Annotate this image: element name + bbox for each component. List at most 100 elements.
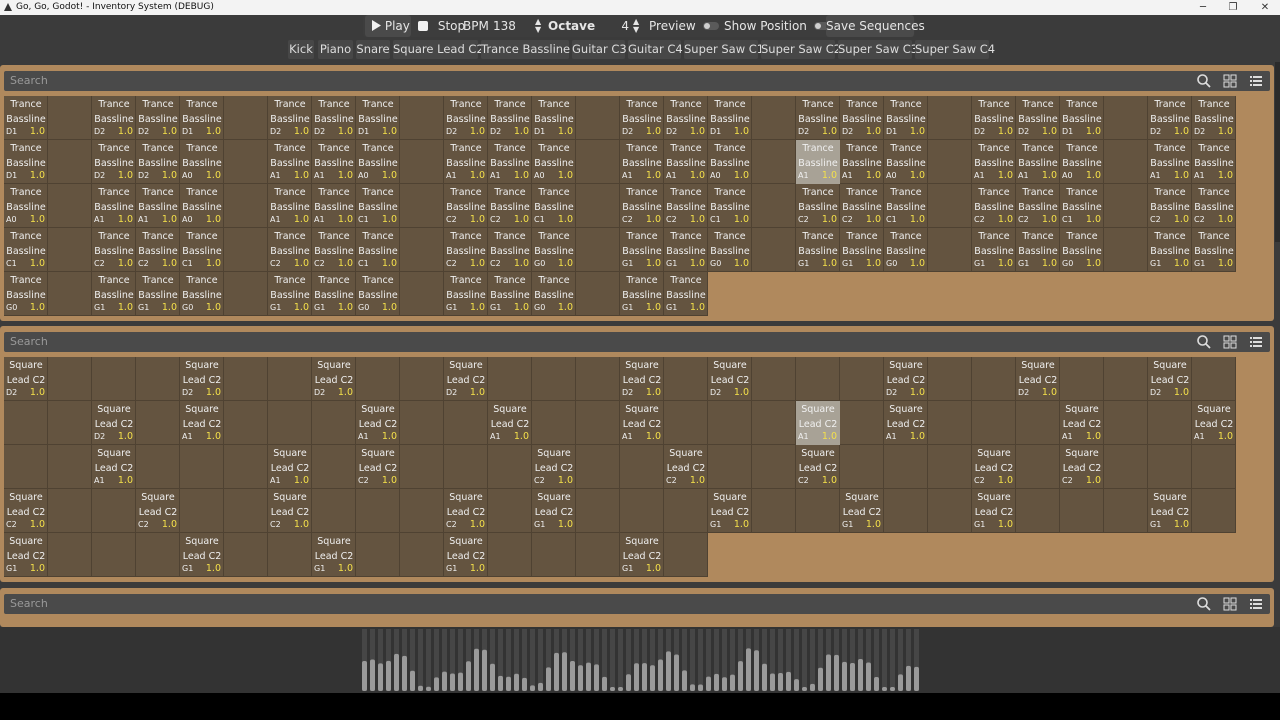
- tab-super-saw-c3[interactable]: Super Saw C3: [838, 40, 918, 59]
- note-block[interactable]: Square Lead C2 C2 1.0: [532, 445, 576, 489]
- tab-snare[interactable]: Snare: [356, 40, 390, 59]
- grid-cell[interactable]: [224, 489, 268, 533]
- note-block[interactable]: Trance Bassline D2 1.0: [136, 96, 180, 140]
- note-block[interactable]: Trance Bassline A1 1.0: [664, 140, 708, 184]
- note-block[interactable]: Trance Bassline A0 1.0: [884, 140, 928, 184]
- grid-cell[interactable]: [752, 140, 796, 184]
- list-view-icon[interactable]: [1248, 73, 1264, 89]
- grid-cell[interactable]: [928, 401, 972, 445]
- note-block[interactable]: Trance Bassline D2 1.0: [1192, 96, 1236, 140]
- note-block[interactable]: Trance Bassline A1 1.0: [92, 184, 136, 228]
- grid-view-icon[interactable]: [1222, 334, 1238, 350]
- grid-cell[interactable]: [1104, 96, 1148, 140]
- grid-cell[interactable]: [532, 533, 576, 577]
- note-block[interactable]: Square Lead C2 G1 1.0: [532, 489, 576, 533]
- grid-cell[interactable]: [576, 401, 620, 445]
- note-block[interactable]: Trance Bassline D2 1.0: [312, 96, 356, 140]
- octave-spinbox[interactable]: 4 ▲ ▼: [589, 15, 641, 37]
- note-block[interactable]: Square Lead C2 D2 1.0: [4, 357, 48, 401]
- note-block[interactable]: Trance Bassline D1 1.0: [356, 96, 400, 140]
- bpm-spinbox[interactable]: 138 ▲ ▼: [487, 15, 545, 37]
- grid-cell[interactable]: [224, 272, 268, 316]
- note-block[interactable]: Trance Bassline G1 1.0: [796, 228, 840, 272]
- note-block[interactable]: Trance Bassline C1 1.0: [356, 184, 400, 228]
- note-block[interactable]: Square Lead C2 D2 1.0: [620, 357, 664, 401]
- grid-cell[interactable]: [48, 533, 92, 577]
- note-block[interactable]: Trance Bassline C1 1.0: [532, 184, 576, 228]
- grid-cell[interactable]: [840, 445, 884, 489]
- note-block[interactable]: Trance Bassline G0 1.0: [180, 272, 224, 316]
- note-block[interactable]: Square Lead C2 D2 1.0: [312, 357, 356, 401]
- note-block[interactable]: Trance Bassline D1 1.0: [884, 96, 928, 140]
- grid-cell[interactable]: [224, 228, 268, 272]
- grid-cell[interactable]: [576, 228, 620, 272]
- grid-cell[interactable]: [224, 96, 268, 140]
- grid-cell[interactable]: [664, 357, 708, 401]
- note-block[interactable]: Trance Bassline D2 1.0: [796, 96, 840, 140]
- grid-cell[interactable]: [576, 357, 620, 401]
- grid-cell[interactable]: [400, 184, 444, 228]
- grid-cell[interactable]: [48, 401, 92, 445]
- note-block[interactable]: Square Lead C2 C2 1.0: [136, 489, 180, 533]
- search-icon[interactable]: [1196, 334, 1212, 350]
- note-block[interactable]: Trance Bassline C2 1.0: [488, 184, 532, 228]
- grid-cell[interactable]: [400, 140, 444, 184]
- grid-cell[interactable]: [48, 357, 92, 401]
- note-block[interactable]: Trance Bassline C2 1.0: [488, 228, 532, 272]
- octave-stepper-icon[interactable]: ▲ ▼: [633, 18, 639, 34]
- note-block[interactable]: Trance Bassline D2 1.0: [1148, 96, 1192, 140]
- note-block[interactable]: Trance Bassline A1 1.0: [136, 184, 180, 228]
- note-block[interactable]: Trance Bassline C2 1.0: [92, 228, 136, 272]
- grid-cell[interactable]: [972, 401, 1016, 445]
- grid-cell[interactable]: [400, 401, 444, 445]
- note-block[interactable]: Square Lead C2 A1 1.0: [356, 401, 400, 445]
- grid-cell[interactable]: [224, 401, 268, 445]
- grid-cell[interactable]: [180, 489, 224, 533]
- note-block[interactable]: Trance Bassline G1 1.0: [444, 272, 488, 316]
- grid-cell[interactable]: [752, 401, 796, 445]
- note-block[interactable]: Trance Bassline A0 1.0: [1060, 140, 1104, 184]
- note-block[interactable]: Trance Bassline C2 1.0: [620, 184, 664, 228]
- minimize-button[interactable]: ─: [1188, 0, 1218, 15]
- note-block[interactable]: Trance Bassline G0 1.0: [532, 272, 576, 316]
- note-block[interactable]: Trance Bassline A1 1.0: [972, 140, 1016, 184]
- grid-cell[interactable]: [312, 401, 356, 445]
- note-block[interactable]: Trance Bassline C2 1.0: [1148, 184, 1192, 228]
- note-block[interactable]: Trance Bassline G1 1.0: [840, 228, 884, 272]
- note-block[interactable]: Trance Bassline C1 1.0: [1060, 184, 1104, 228]
- grid-cell[interactable]: [400, 445, 444, 489]
- note-block[interactable]: Square Lead C2 G1 1.0: [444, 533, 488, 577]
- grid-cell[interactable]: [224, 184, 268, 228]
- note-block[interactable]: Trance Bassline C2 1.0: [840, 184, 884, 228]
- search-input[interactable]: Search: [10, 332, 1160, 352]
- grid-cell[interactable]: [488, 533, 532, 577]
- note-block[interactable]: Square Lead C2 A1 1.0: [884, 401, 928, 445]
- note-block[interactable]: Square Lead C2 D2 1.0: [444, 357, 488, 401]
- grid-cell[interactable]: [532, 357, 576, 401]
- note-block[interactable]: Trance Bassline G1 1.0: [620, 228, 664, 272]
- note-block[interactable]: Trance Bassline A1 1.0: [840, 140, 884, 184]
- maximize-button[interactable]: ❐: [1218, 0, 1248, 15]
- grid-view-icon[interactable]: [1222, 73, 1238, 89]
- note-block[interactable]: Trance Bassline C2 1.0: [136, 228, 180, 272]
- note-block[interactable]: Square Lead C2 C2 1.0: [4, 489, 48, 533]
- note-block[interactable]: Trance Bassline D2 1.0: [664, 96, 708, 140]
- note-block[interactable]: Square Lead C2 G1 1.0: [620, 533, 664, 577]
- note-block[interactable]: Trance Bassline G1 1.0: [972, 228, 1016, 272]
- note-block[interactable]: Trance Bassline G1 1.0: [268, 272, 312, 316]
- note-block[interactable]: Square Lead C2 G1 1.0: [708, 489, 752, 533]
- note-block[interactable]: Trance Bassline A1 1.0: [312, 184, 356, 228]
- search-icon[interactable]: [1196, 596, 1212, 612]
- grid-cell[interactable]: [928, 489, 972, 533]
- note-block[interactable]: Square Lead C2 C2 1.0: [796, 445, 840, 489]
- note-block[interactable]: Square Lead C2 C2 1.0: [356, 445, 400, 489]
- grid-cell[interactable]: [884, 445, 928, 489]
- note-block[interactable]: Square Lead C2 C2 1.0: [972, 445, 1016, 489]
- note-block[interactable]: Trance Bassline D1 1.0: [180, 96, 224, 140]
- grid-cell[interactable]: [796, 489, 840, 533]
- search-input[interactable]: Search: [10, 594, 1160, 614]
- grid-cell[interactable]: [664, 533, 708, 577]
- note-block[interactable]: Square Lead C2 A1 1.0: [488, 401, 532, 445]
- note-block[interactable]: Trance Bassline C1 1.0: [4, 228, 48, 272]
- note-block[interactable]: Trance Bassline G1 1.0: [1016, 228, 1060, 272]
